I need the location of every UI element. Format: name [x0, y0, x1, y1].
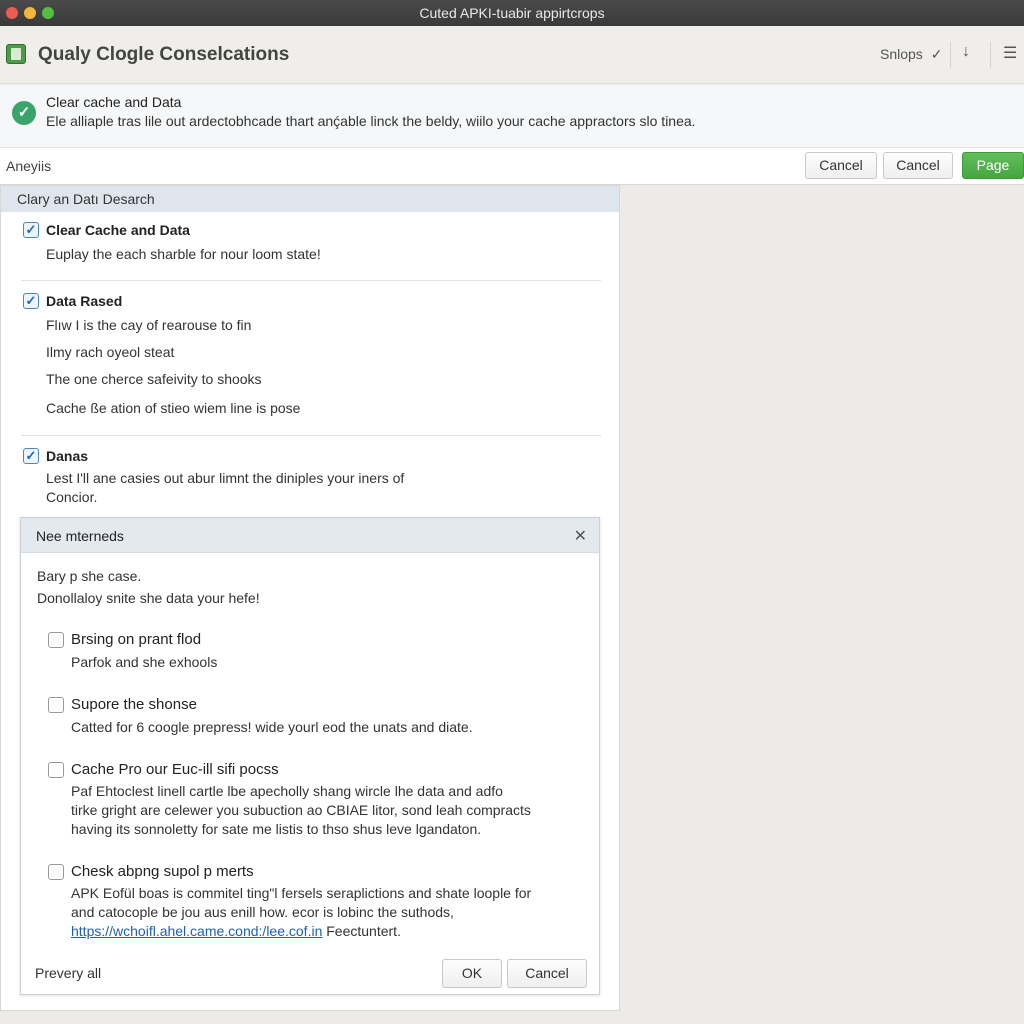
- checkbox-option-2[interactable]: [48, 697, 64, 713]
- success-check-icon: ✓: [12, 101, 36, 125]
- option-link-line: https://wchoifl.ahel.came.cond:/lee.cof.…: [71, 923, 401, 939]
- item-title: Clear Cache and Data: [46, 222, 190, 238]
- toolbar-label: Aneyiis: [6, 158, 52, 174]
- chevron-check-icon: ✓: [930, 46, 943, 62]
- checkbox-option-4[interactable]: [48, 864, 64, 880]
- option-description: having its sonnoletty for sate me listis…: [71, 821, 482, 837]
- checkbox-option-3[interactable]: [48, 762, 64, 778]
- option-title: Chesk abpng supol p merts: [71, 863, 254, 880]
- item-description: Cache ße ation of stieo wiem line is pos…: [46, 400, 301, 416]
- item-description: Euplay the each sharble for nour loom st…: [46, 246, 321, 262]
- header-divider: [990, 42, 991, 68]
- dialog-intro: Donollaloy snite she data your hefe!: [37, 590, 260, 606]
- item-description: Lest I'll ane casies out abur limnt the …: [46, 470, 405, 486]
- option-description: and catocople be jou aus enill how. ecor…: [71, 904, 454, 920]
- notification-banner: ✓ Clear cache and Data Ele alliaple tras…: [0, 85, 1024, 147]
- item-description: Concior.: [46, 489, 98, 505]
- option-description: Parfok and she exhools: [71, 654, 218, 670]
- option-title: Brsing on prant flod: [71, 631, 202, 648]
- dialog-footer-label: Prevery all: [35, 965, 102, 981]
- options-dialog: Nee mterneds ✕ Bary p she case. Donollal…: [20, 517, 600, 995]
- window-titlebar: Cuted APKI-tuabir appirtcrops: [0, 0, 1024, 26]
- app-header: Qualy Clogle Conselcations Snlops ✓ ↓ ☰: [0, 26, 1024, 84]
- checkbox-clear-cache[interactable]: ✓: [23, 222, 39, 238]
- option-title: Cache Pro our Euc-ill sifi pocss: [71, 761, 279, 778]
- option-description: Catted for 6 coogle prepress! wide yourl…: [71, 719, 473, 735]
- item-description: The one cherce safeivity to shooks: [46, 371, 262, 387]
- download-icon[interactable]: ↓: [962, 43, 970, 61]
- app-icon: [6, 44, 26, 64]
- close-icon[interactable]: ✕: [574, 526, 587, 546]
- close-window-button[interactable]: [6, 7, 18, 19]
- snops-label: Snlops: [880, 46, 923, 62]
- option-title: Supore the shonse: [71, 696, 197, 713]
- content-area: [620, 185, 1024, 1011]
- banner-text: Ele alliaple tras lile out ardectobhcade…: [46, 113, 696, 129]
- cancel-button-secondary[interactable]: Cancel: [883, 152, 953, 179]
- header-divider: [950, 42, 951, 68]
- panel-title: Clary an Datı Desarch: [1, 186, 619, 212]
- option-description: tirke gright are celewer you subuction a…: [71, 802, 531, 818]
- option-link[interactable]: https://wchoifl.ahel.came.cond:/lee.cof.…: [71, 923, 322, 939]
- banner-title: Clear cache and Data: [46, 94, 182, 110]
- dialog-title: Nee mterneds: [36, 528, 124, 544]
- item-description: Flıw I is the cay of rearouse to fin: [46, 317, 252, 333]
- toolbar: Aneyiis Cancel Cancel Page: [0, 147, 1024, 185]
- option-link-suffix: Feectuntert.: [326, 923, 401, 939]
- divider: [21, 435, 601, 436]
- ok-button[interactable]: OK: [442, 959, 502, 988]
- maximize-window-button[interactable]: [42, 7, 54, 19]
- page-title: Qualy Clogle Conselcations: [38, 44, 290, 65]
- snops-dropdown[interactable]: Snlops ✓: [880, 46, 942, 63]
- item-description: Ilmy rach oyeol steat: [46, 344, 175, 360]
- option-description: APK Eofül boas is commitel ting"l fersel…: [71, 885, 532, 901]
- dialog-header: Nee mterneds ✕: [21, 518, 599, 553]
- page-button[interactable]: Page: [962, 152, 1024, 179]
- minimize-window-button[interactable]: [24, 7, 36, 19]
- checkbox-danas[interactable]: ✓: [23, 448, 39, 464]
- item-title: Data Rased: [46, 293, 123, 309]
- dialog-cancel-button[interactable]: Cancel: [507, 959, 587, 988]
- option-description: Paf Ehtoclest linell cartle lbe apecholl…: [71, 783, 503, 799]
- divider: [21, 280, 601, 281]
- item-title: Danas: [46, 448, 89, 464]
- menu-icon[interactable]: ☰: [1003, 43, 1017, 63]
- checkbox-data-rased[interactable]: ✓: [23, 293, 39, 309]
- checkbox-option-1[interactable]: [48, 632, 64, 648]
- window-title: Cuted APKI-tuabir appirtcrops: [419, 5, 605, 21]
- cancel-button[interactable]: Cancel: [805, 152, 877, 179]
- dialog-intro: Bary p she case.: [37, 568, 142, 584]
